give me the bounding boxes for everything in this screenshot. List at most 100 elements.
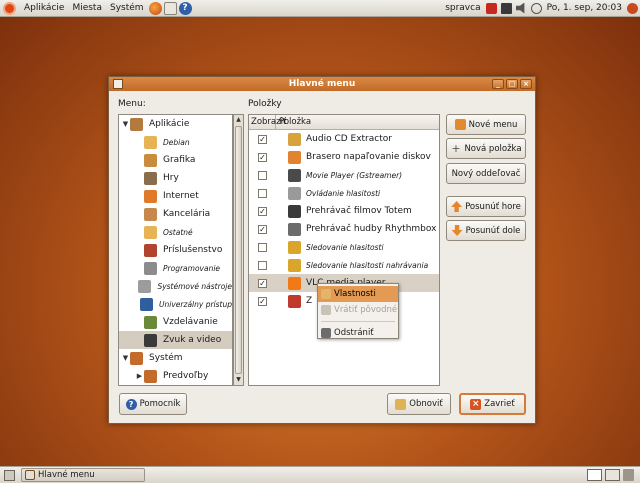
trash-icon[interactable] [623,469,634,481]
close-label: Zavrieť [484,399,515,409]
context-menu-item[interactable]: Vlastnosti [318,286,398,302]
column-show-header[interactable]: Zobraziť [249,115,286,130]
context-menu-item[interactable]: Odstrániť [318,325,398,341]
show-checkbox[interactable]: ✓ [258,296,267,306]
item-row[interactable]: ✓ Prehrávač filmov Totem [249,202,439,220]
menu-tree-row[interactable]: Programovanie [119,259,232,277]
clock-text[interactable]: Po, 1. sep, 20:03 [547,3,622,13]
move-up-button[interactable]: Posunúť hore [446,196,526,217]
move-down-button[interactable]: Posunúť dole [446,220,526,241]
menu-tree-row[interactable]: Príslušenstvo [119,241,232,259]
mail-launcher-icon[interactable] [163,1,177,15]
menu-tree-label: Zvuk a video [163,335,222,345]
item-row[interactable]: ✓ Prehrávač hudby Rhythmbox [249,220,439,238]
help-launcher-icon[interactable]: ? [178,1,192,15]
menu-tree-row[interactable]: Systémové nástroje [119,277,232,295]
menu-category-icon [144,369,157,383]
show-checkbox[interactable]: ✓ [258,134,267,144]
new-item-button[interactable]: + Nová položka [446,138,526,159]
minimize-button[interactable]: _ [492,79,504,89]
show-checkbox[interactable] [258,188,267,198]
item-row[interactable]: Ovládanie hlasitosti [249,184,439,202]
update-notifier-icon[interactable] [485,2,497,14]
menu-category-icon [144,135,157,149]
application-icon [288,222,301,236]
window-titlebar[interactable]: Hlavné menu _ □ × [109,77,535,91]
context-menu-item: Vrátiť pôvodné [318,302,398,318]
expander-arrow-icon[interactable]: ▼ [121,354,130,362]
menu-tree-row[interactable]: Univerzálny prístup [119,295,232,313]
column-item-header[interactable]: Položka [276,117,311,127]
close-button[interactable]: × Zavrieť [459,393,526,415]
application-icon [288,258,301,272]
menu-category-icon [144,261,157,275]
close-window-button[interactable]: × [520,79,532,89]
menu-places[interactable]: Miesta [68,3,106,13]
show-desktop-icon[interactable] [4,469,15,481]
user-name[interactable]: spravca [445,3,480,13]
item-row[interactable]: ✓ Brasero napaľovanie diskov [249,148,439,166]
revert-icon [395,398,407,410]
scrollbar-thumb[interactable] [235,126,242,374]
show-checkbox[interactable] [258,260,267,270]
menu-tree-row[interactable]: Hry [119,169,232,187]
item-row[interactable]: Sledovanie hlasitosti [249,238,439,256]
context-menu-item-label: Odstrániť [334,328,374,338]
bottom-panel: Hlavné menu [0,466,640,483]
menu-tree-row[interactable]: ▼ Aplikácie [119,115,232,133]
item-label: Sledovanie hlasitosti nahrávania [306,260,429,270]
item-row[interactable]: Sledovanie hlasitosti nahrávania [249,256,439,274]
show-checkbox[interactable]: ✓ [258,206,267,216]
firefox-launcher-icon[interactable] [148,1,162,15]
show-checkbox[interactable]: ✓ [258,152,267,162]
menu-tree-row[interactable]: Debian [119,133,232,151]
item-row[interactable]: ✓ Audio CD Extractor [249,130,439,148]
menu-category-icon [130,351,143,365]
show-checkbox[interactable] [258,170,267,180]
maximize-button[interactable]: □ [506,79,518,89]
expander-arrow-icon[interactable]: ▶ [135,372,144,380]
menu-category-icon [140,297,154,311]
scroll-up-arrow-icon[interactable]: ▲ [234,115,243,125]
menu-tree-row[interactable]: Zvuk a video [119,331,232,349]
context-menu-item-icon [321,328,331,338]
item-row[interactable]: Movie Player (Gstreamer) [249,166,439,184]
menu-tree-label: Ostatné [163,227,193,237]
revert-button[interactable]: Obnoviť [387,393,451,415]
application-icon [288,240,301,254]
new-separator-button[interactable]: Nový oddeľovač [446,163,526,184]
menu-applications[interactable]: Aplikácie [20,3,68,13]
power-icon[interactable] [627,2,638,14]
menu-tree-row[interactable]: Kancelária [119,205,232,223]
items-table-header: Zobraziť Položka [249,115,439,130]
menu-tree-row[interactable]: Grafika [119,151,232,169]
expander-arrow-icon[interactable]: ▼ [121,120,130,128]
volume-icon[interactable] [515,2,525,14]
new-menu-button[interactable]: Nové menu [446,114,526,135]
menu-tree-row[interactable]: Ostatné [119,223,232,241]
menu-tree-row[interactable]: ▼ Systém [119,349,232,367]
taskbar-item-main-menu[interactable]: Hlavné menu [21,468,145,482]
menu-tree-scrollbar[interactable]: ▲ ▼ [233,114,244,386]
menu-tree-row[interactable]: Vzdelávanie [119,313,232,331]
network-icon[interactable] [500,2,512,14]
item-label: Movie Player (Gstreamer) [306,170,403,180]
show-checkbox[interactable]: ✓ [258,278,267,288]
items-table[interactable]: Zobraziť Položka ✓ Audio CD Extractor ✓ Bra… [248,114,440,386]
menu-tree[interactable]: ▼ Aplikácie Debian Grafika Hry Internet Kancel… [118,114,233,386]
scroll-down-arrow-icon[interactable]: ▼ [234,375,243,385]
show-checkbox[interactable] [258,242,267,252]
menu-tree-label: Systémové nástroje [157,281,232,291]
plus-icon: + [451,142,461,155]
workspace-2[interactable] [605,469,620,481]
menu-tree-row[interactable]: ▶ Predvoľby [119,367,232,385]
show-checkbox[interactable]: ✓ [258,224,267,234]
workspace-1[interactable] [587,469,602,481]
menu-system[interactable]: Systém [106,3,148,13]
ubuntu-logo-icon[interactable] [3,1,16,15]
main-menu-window: Hlavné menu _ □ × Menu: Položky ▼ Aplikác… [108,76,536,424]
menu-category-icon [144,171,157,185]
help-button[interactable]: ? Pomocník [119,393,187,415]
menu-tree-row[interactable]: Internet [119,187,232,205]
revert-label: Obnoviť [409,399,443,409]
